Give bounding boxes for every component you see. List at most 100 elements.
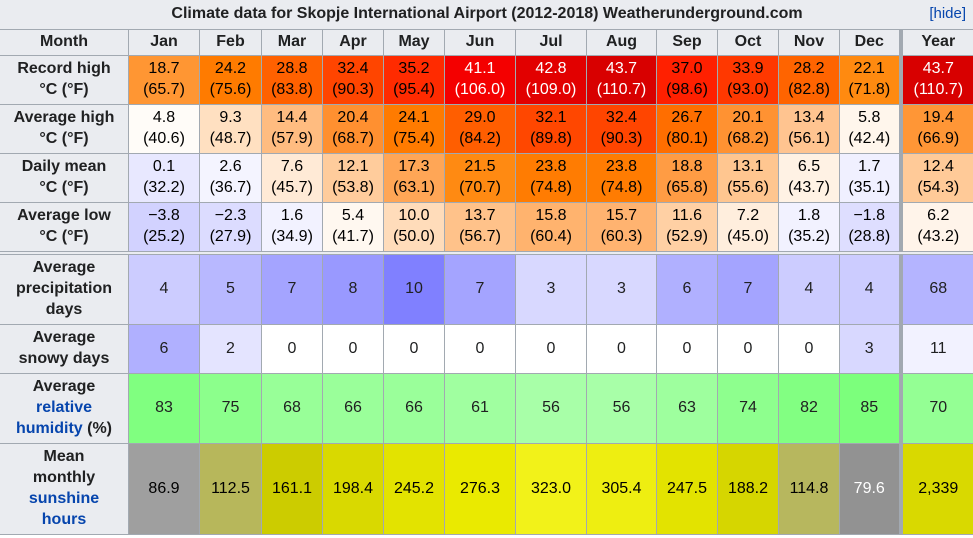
average-high-label: Average high °C (°F) [0,104,129,154]
celsius-value: 32.4 [605,109,638,127]
snowy-days-cell-sep: 0 [656,324,718,374]
fahrenheit-value: (109.0) [525,81,577,98]
snowy-days-cell-nov: 0 [778,324,840,374]
month-header-feb: Feb [199,29,262,56]
average-high-cell-aug: 32.4 (90.3) [586,104,657,154]
daily-mean-label-text: Daily mean [21,158,107,176]
fahrenheit-value: (56.7) [459,228,501,245]
fahrenheit-value: (40.6) [143,130,185,147]
snowy-days-cell-jul: 0 [515,324,587,374]
snowy-days-label: Average snowy days [0,324,129,374]
celsius-value: 21.5 [464,158,496,176]
precipitation-days-cell-aug: 3 [586,254,657,325]
celsius-value: 24.1 [398,109,430,127]
average-high-cell-feb: 9.3 (48.7) [199,104,262,154]
daily-mean-cell-jul: 23.8 (74.8) [515,153,587,203]
average-high-cell-apr: 20.4 (68.7) [322,104,384,154]
hours-link[interactable]: hours [42,511,86,528]
fahrenheit-value: (63.1) [393,179,435,196]
month-header-mar: Mar [261,29,323,56]
sunshine-hours-label: Mean monthly sunshine hours [0,443,129,535]
daily-mean-cell-sep: 18.8 (65.8) [656,153,718,203]
celsius-value: 5.4 [341,207,365,225]
snowy-label-line: Average [32,329,96,347]
humidity-link[interactable]: humidity [16,420,83,437]
fahrenheit-value: (45.0) [727,228,769,245]
daily-mean-cell-oct: 13.1 (55.6) [717,153,779,203]
fahrenheit-value: (68.7) [332,130,374,147]
celsius-value: 1.6 [280,207,304,225]
sunshine-link[interactable]: sunshine [29,490,99,507]
climate-table: Climate data for Skopje International Ai… [0,0,973,535]
fahrenheit-value: (75.6) [209,81,252,98]
fahrenheit-value: (45.7) [271,179,313,196]
fahrenheit-value: (48.7) [209,130,252,147]
fahrenheit-value: (43.2) [917,228,960,245]
fahrenheit-value: (42.4) [848,130,891,147]
precipitation-days-cell-jul: 3 [515,254,587,325]
relative-humidity-cell-dec: 85 [839,373,901,444]
daily-mean-cell-year: 12.4 (54.3) [898,153,973,203]
daily-mean-cell-jun: 21.5 (70.7) [444,153,516,203]
hide-link[interactable]: [hide] [929,4,966,24]
average-high-label-unit: °C (°F) [39,130,89,147]
average-low-cell-jun: 13.7 (56.7) [444,202,516,252]
celsius-value: 13.1 [732,158,764,176]
month-header: Month [0,29,129,56]
celsius-value: 7.6 [280,158,304,176]
average-low-cell-may: 10.0 (50.0) [383,202,445,252]
average-low-cell-nov: 1.8 (35.2) [778,202,840,252]
fahrenheit-value: (35.1) [848,179,891,196]
fahrenheit-value: (98.6) [666,81,708,98]
precipitation-days-cell-nov: 4 [778,254,840,325]
humidity-label-text: Average [32,378,96,396]
fahrenheit-value: (60.4) [530,228,572,245]
sunshine-hours-cell-aug: 305.4 [586,443,657,535]
celsius-value: 33.9 [732,60,764,78]
celsius-value: 18.8 [671,158,703,176]
celsius-value: 14.4 [276,109,308,127]
precipitation-label-line: precipitation [15,280,112,298]
fahrenheit-value: (27.9) [209,228,252,245]
relative-humidity-link[interactable]: relative [36,399,92,416]
fahrenheit-value: (35.2) [788,228,830,245]
month-header-dec: Dec [839,29,901,56]
fahrenheit-value: (90.3) [600,130,643,147]
average-low-cell-dec: −1.8 (28.8) [839,202,901,252]
precipitation-days-label: Average precipitation days [0,254,129,325]
snowy-days-cell-oct: 0 [717,324,779,374]
precipitation-days-cell-feb: 5 [199,254,262,325]
fahrenheit-value: (90.3) [332,81,374,98]
precipitation-days-cell-year: 68 [898,254,973,325]
average-high-cell-oct: 20.1 (68.2) [717,104,779,154]
celsius-value: 12.1 [337,158,369,176]
celsius-value: 2.6 [219,158,242,176]
celsius-value: 13.4 [793,109,825,127]
month-header-aug: Aug [586,29,657,56]
fahrenheit-value: (80.1) [666,130,708,147]
average-high-cell-dec: 5.8 (42.4) [839,104,901,154]
celsius-value: 32.4 [337,60,369,78]
celsius-value: 41.1 [464,60,496,78]
fahrenheit-value: (74.8) [600,179,643,196]
celsius-value: 35.2 [398,60,430,78]
celsius-value: 10.0 [398,207,430,225]
sunshine-hours-cell-oct: 188.2 [717,443,779,535]
fahrenheit-value: (36.7) [209,179,252,196]
precipitation-days-cell-sep: 6 [656,254,718,325]
snowy-days-row: Average snowy days 6 2 0 0 0 0 0 0 0 0 0 3 11 [0,324,973,374]
celsius-value: −1.8 [853,207,886,225]
average-low-cell-jul: 15.8 (60.4) [515,202,587,252]
humidity-unit: (%) [82,419,112,437]
relative-humidity-cell-jan: 83 [128,373,200,444]
celsius-value: 18.7 [148,60,180,78]
snowy-days-cell-jan: 6 [128,324,200,374]
fahrenheit-value: (66.9) [917,130,960,147]
daily-mean-cell-nov: 6.5 (43.7) [778,153,840,203]
sunshine-hours-cell-apr: 198.4 [322,443,384,535]
month-header-oct: Oct [717,29,779,56]
celsius-value: 29.0 [464,109,496,127]
average-low-cell-jan: −3.8 (25.2) [128,202,200,252]
average-low-row: Average low °C (°F) −3.8 (25.2) −2.3 (27.9) 1.… [0,202,973,252]
celsius-value: 9.3 [219,109,242,127]
